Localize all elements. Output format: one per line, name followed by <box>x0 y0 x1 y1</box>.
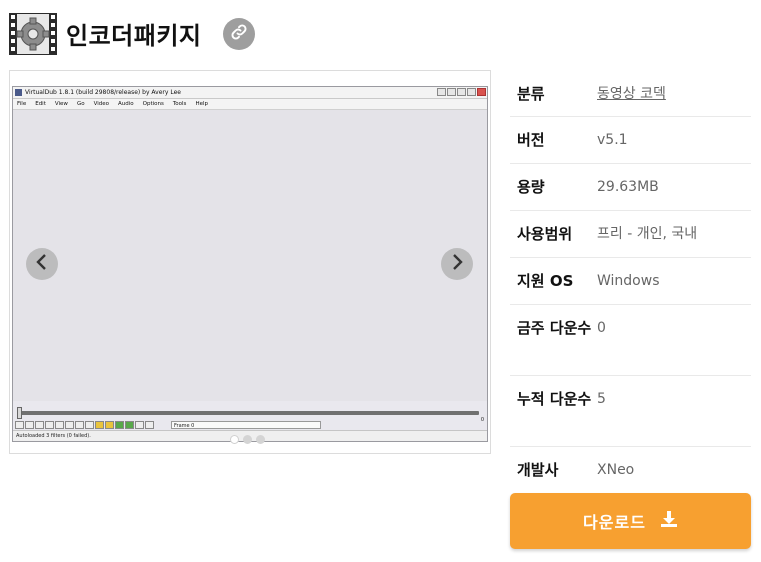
window-menu-item: Go <box>76 101 85 107</box>
carousel-indicators <box>230 435 265 444</box>
window-toolbar <box>15 421 154 429</box>
window-menu-item: Options <box>142 101 164 107</box>
info-row-license: 사용범위 프리 - 개인, 국내 <box>510 211 751 258</box>
toolbar-button-icon <box>125 421 134 429</box>
info-value: 0 <box>597 320 606 336</box>
info-label: 분류 <box>517 85 545 103</box>
chevron-left-icon <box>35 254 49 274</box>
toolbar-button-icon <box>115 421 124 429</box>
toolbar-button-icon <box>25 421 34 429</box>
toolbar-button-icon <box>85 421 94 429</box>
toolbar-button-icon <box>55 421 64 429</box>
info-label: 용량 <box>517 178 545 196</box>
carousel-dot[interactable] <box>243 435 252 444</box>
window-workspace <box>13 110 487 401</box>
toolbar-button-icon <box>95 421 104 429</box>
info-table: 분류 동영상 코덱 버전 v5.1 용량 29.63MB 사용범위 프리 - 개… <box>510 70 751 492</box>
window-control <box>447 88 456 96</box>
download-icon <box>660 510 678 532</box>
toolbar-button-icon <box>15 421 24 429</box>
info-label: 개발사 <box>517 461 559 479</box>
page-title: 인코더패키지 <box>66 22 202 50</box>
app-screenshot: VirtualDub 1.8.1 (build 29808/release) b… <box>12 86 488 442</box>
window-frame-field: Frame 0 <box>171 421 321 429</box>
toolbar-button-icon <box>135 421 144 429</box>
info-label: 지원 OS <box>517 272 574 290</box>
info-label: 금주 다운수 <box>517 319 592 337</box>
info-value: Windows <box>597 273 660 289</box>
window-menu-item: View <box>54 101 68 107</box>
window-controls <box>437 88 486 96</box>
info-label: 버전 <box>517 131 545 149</box>
info-row-weekly-downloads: 금주 다운수 0 <box>510 305 751 376</box>
window-menu-item: Tools <box>172 101 187 107</box>
info-value: 프리 - 개인, 국내 <box>597 226 698 242</box>
link-icon <box>230 23 248 45</box>
window-menubar: File Edit View Go Video Audio Options To… <box>13 99 487 110</box>
info-row-version: 버전 v5.1 <box>510 117 751 164</box>
window-titlebar: VirtualDub 1.8.1 (build 29808/release) b… <box>13 87 487 99</box>
download-label: 다운로드 <box>583 513 646 532</box>
toolbar-button-icon <box>65 421 74 429</box>
screenshot-carousel: VirtualDub 1.8.1 (build 29808/release) b… <box>9 70 491 454</box>
window-menu-item: Audio <box>118 101 134 107</box>
film-gear-icon <box>8 12 58 56</box>
window-title: VirtualDub 1.8.1 (build 29808/release) b… <box>25 89 181 96</box>
info-row-category: 분류 동영상 코덱 <box>510 70 751 117</box>
window-menu-item: File <box>17 101 27 107</box>
carousel-prev-button[interactable] <box>26 248 58 280</box>
window-position-track <box>19 411 479 415</box>
window-menu-item: Edit <box>35 101 46 107</box>
info-value: 29.63MB <box>597 179 659 195</box>
carousel-dot[interactable] <box>230 435 239 444</box>
toolbar-button-icon <box>45 421 54 429</box>
info-value: XNeo <box>597 462 635 478</box>
carousel-next-button[interactable] <box>441 248 473 280</box>
window-position-thumb <box>17 407 22 419</box>
toolbar-button-icon <box>145 421 154 429</box>
window-end-frame: 0 <box>480 417 484 423</box>
info-row-size: 용량 29.63MB <box>510 164 751 211</box>
copy-link-button[interactable] <box>223 18 255 50</box>
window-menu-item: Help <box>195 101 208 107</box>
window-close-icon <box>477 88 486 96</box>
info-label: 누적 다운수 <box>517 390 592 408</box>
info-row-os: 지원 OS Windows <box>510 258 751 305</box>
window-menu-item: Video <box>93 101 109 107</box>
info-label: 사용범위 <box>517 225 573 243</box>
info-row-developer: 개발사 XNeo <box>510 447 751 492</box>
toolbar-button-icon <box>35 421 44 429</box>
window-control <box>437 88 446 96</box>
window-control <box>467 88 476 96</box>
carousel-dot[interactable] <box>256 435 265 444</box>
category-link[interactable]: 동영상 코덱 <box>597 82 751 106</box>
window-control <box>457 88 466 96</box>
toolbar-button-icon <box>75 421 84 429</box>
toolbar-button-icon <box>105 421 114 429</box>
info-value: 5 <box>597 391 606 407</box>
download-button[interactable]: 다운로드 <box>510 493 751 549</box>
info-value: v5.1 <box>597 132 628 148</box>
chevron-right-icon <box>450 254 464 274</box>
window-app-icon <box>15 89 22 96</box>
info-row-total-downloads: 누적 다운수 5 <box>510 376 751 447</box>
